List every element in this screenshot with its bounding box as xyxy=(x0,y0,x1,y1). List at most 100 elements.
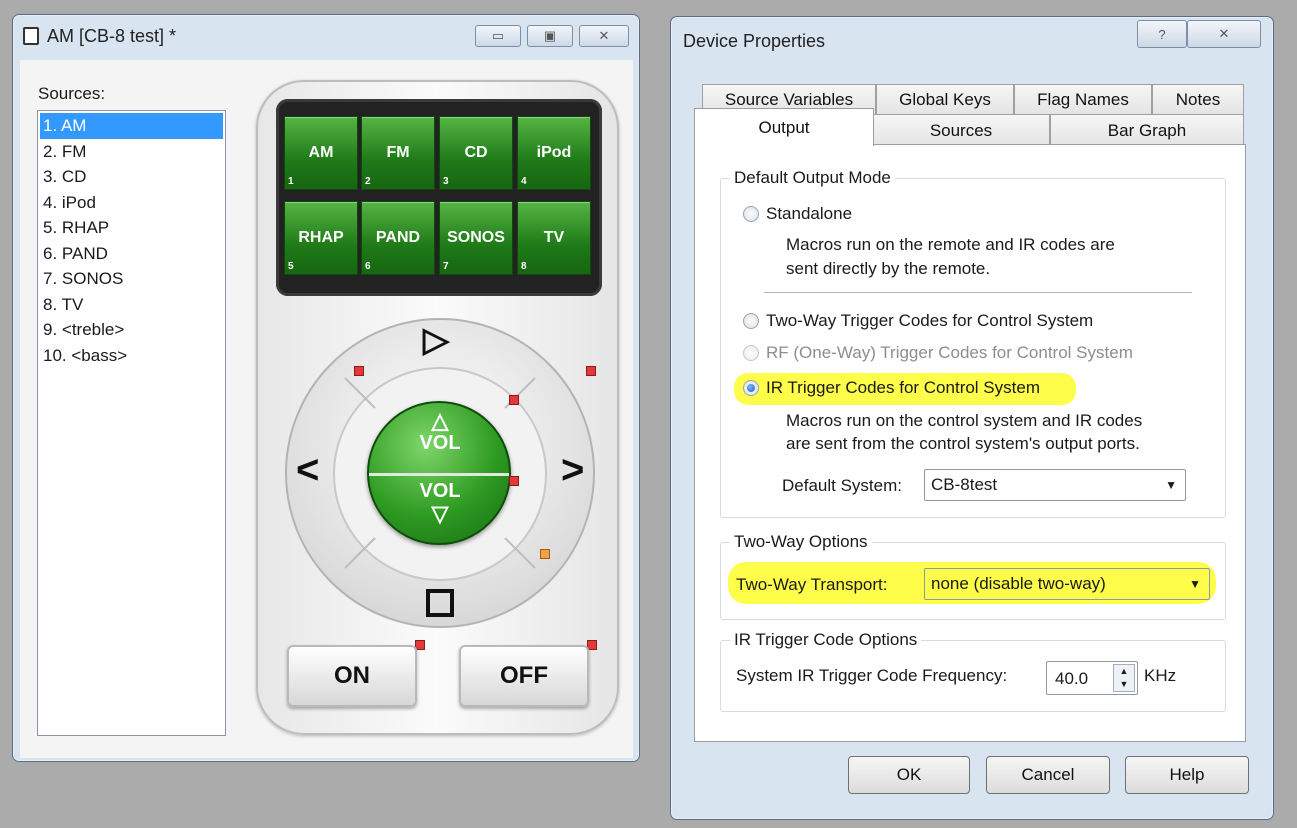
maximize-icon: ▣ xyxy=(543,28,557,43)
source-button-pand[interactable]: PAND 6 xyxy=(361,201,435,275)
ir-frequency-value: 40.0 xyxy=(1055,669,1089,688)
source-list-item[interactable]: 2. FM xyxy=(40,139,223,165)
vol-up-label: VOL xyxy=(419,432,461,454)
vol-up-button[interactable]: △ VOL xyxy=(395,410,485,470)
right-arrow-icon[interactable]: > xyxy=(561,448,584,493)
close-icon: ✕ xyxy=(598,28,610,43)
left-arrow-icon[interactable]: < xyxy=(296,448,319,493)
source-button-cd[interactable]: CD 3 xyxy=(439,116,513,190)
play-icon[interactable]: ▷ xyxy=(423,320,449,360)
tab-bar-graph[interactable]: Bar Graph xyxy=(1050,114,1244,146)
source-list-item[interactable]: 5. RHAP xyxy=(40,215,223,241)
tab-notes[interactable]: Notes xyxy=(1152,84,1244,114)
source-list-item[interactable]: 8. TV xyxy=(40,292,223,318)
source-button-label: TV xyxy=(543,229,565,246)
macro-indicator-icon xyxy=(354,366,364,376)
macro-indicator-icon xyxy=(586,366,596,376)
spin-up-icon[interactable]: ▲ xyxy=(1114,665,1134,678)
standalone-description: sent directly by the remote. xyxy=(786,259,991,278)
source-list-item[interactable]: 7. SONOS xyxy=(40,266,223,292)
macro-indicator-icon xyxy=(509,476,519,486)
two-way-trigger-radio[interactable] xyxy=(743,313,759,329)
two-way-transport-value: none (disable two-way) xyxy=(931,574,1106,593)
help-icon: ? xyxy=(1158,26,1166,42)
source-button-label: iPod xyxy=(536,144,572,161)
source-button-number: 8 xyxy=(521,261,527,272)
help-button[interactable]: Help xyxy=(1125,756,1249,794)
rf-trigger-radio xyxy=(743,345,759,361)
source-button-label: FM xyxy=(386,144,410,161)
help-title-button[interactable]: ? xyxy=(1137,20,1187,48)
rf-trigger-label: RF (One-Way) Trigger Codes for Control S… xyxy=(766,343,1133,362)
default-output-mode-label: Default Output Mode xyxy=(730,168,895,188)
ir-description: are sent from the control system's outpu… xyxy=(786,434,1140,453)
dropdown-arrow-icon: ▼ xyxy=(1189,577,1201,591)
minimize-icon: ▭ xyxy=(491,28,505,43)
maximize-button[interactable]: ▣ xyxy=(527,25,573,47)
source-button-label: SONOS xyxy=(447,229,505,246)
spinner-buttons[interactable]: ▲ ▼ xyxy=(1113,664,1135,692)
source-button-number: 4 xyxy=(521,176,527,187)
source-list-item[interactable]: 9. <treble> xyxy=(40,317,223,343)
ok-button[interactable]: OK xyxy=(848,756,970,794)
default-system-value: CB-8test xyxy=(931,475,998,494)
source-button-fm[interactable]: FM 2 xyxy=(361,116,435,190)
source-button-number: 3 xyxy=(443,176,449,187)
dialog-close-button[interactable]: ✕ xyxy=(1187,20,1261,48)
source-button-number: 1 xyxy=(288,176,294,187)
source-button-tv[interactable]: TV 8 xyxy=(517,201,591,275)
on-button[interactable]: ON xyxy=(287,645,417,707)
source-button-number: 5 xyxy=(288,261,294,272)
off-label: OFF xyxy=(500,662,548,689)
source-list-item[interactable]: 4. iPod xyxy=(40,190,223,216)
default-system-label: Default System: xyxy=(782,476,902,495)
standalone-radio[interactable] xyxy=(743,206,759,222)
tab-global-keys[interactable]: Global Keys xyxy=(876,84,1014,114)
dialog-title: Device Properties xyxy=(683,31,826,51)
source-list-item[interactable]: 1. AM xyxy=(40,113,223,139)
dropdown-arrow-icon: ▼ xyxy=(1165,478,1177,492)
source-button-ipod[interactable]: iPod 4 xyxy=(517,116,591,190)
window-title: AM [CB-8 test] * xyxy=(47,26,177,46)
stop-icon[interactable] xyxy=(426,589,454,617)
ir-frequency-label: System IR Trigger Code Frequency: xyxy=(736,666,1008,685)
macro-indicator-icon xyxy=(540,549,550,559)
source-button-label: CD xyxy=(464,144,488,161)
ir-trigger-options-label: IR Trigger Code Options xyxy=(730,630,922,650)
two-way-trigger-label: Two-Way Trigger Codes for Control System xyxy=(766,311,1094,330)
source-button-label: RHAP xyxy=(298,229,344,246)
source-list-item[interactable]: 6. PAND xyxy=(40,241,223,267)
source-button-number: 6 xyxy=(365,261,371,272)
minimize-button[interactable]: ▭ xyxy=(475,25,521,47)
source-list-item[interactable]: 3. CD xyxy=(40,164,223,190)
two-way-transport-label: Two-Way Transport: xyxy=(736,575,888,594)
off-button[interactable]: OFF xyxy=(459,645,589,707)
triangle-down-icon: ▽ xyxy=(431,501,449,526)
window-icon xyxy=(23,27,39,45)
source-button-am[interactable]: AM 1 xyxy=(284,116,358,190)
default-system-select[interactable]: CB-8test ▼ xyxy=(924,469,1186,501)
source-button-rhap[interactable]: RHAP 5 xyxy=(284,201,358,275)
ir-frequency-spinner[interactable]: 40.0 ▲ ▼ xyxy=(1046,661,1138,695)
two-way-transport-select[interactable]: none (disable two-way) ▼ xyxy=(924,568,1210,600)
cancel-button[interactable]: Cancel xyxy=(986,756,1110,794)
standalone-description: Macros run on the remote and IR codes ar… xyxy=(786,235,1115,254)
ir-description: Macros run on the control system and IR … xyxy=(786,411,1143,430)
tab-flag-names[interactable]: Flag Names xyxy=(1014,84,1152,114)
sources-label: Sources: xyxy=(38,84,106,103)
two-way-options-label: Two-Way Options xyxy=(730,532,872,552)
macro-indicator-icon xyxy=(509,395,519,405)
tab-sources[interactable]: Sources xyxy=(872,114,1050,146)
ir-trigger-radio[interactable] xyxy=(743,380,759,396)
spin-down-icon[interactable]: ▼ xyxy=(1114,678,1134,691)
vol-down-button[interactable]: VOL ▽ xyxy=(395,480,485,540)
standalone-label: Standalone xyxy=(766,204,853,223)
source-button-number: 7 xyxy=(443,261,449,272)
source-button-sonos[interactable]: SONOS 7 xyxy=(439,201,513,275)
triangle-up-icon: △ xyxy=(431,408,449,433)
sources-list[interactable]: 1. AM 2. FM 3. CD 4. iPod 5. RHAP 6. PAND 7. S… xyxy=(37,110,226,736)
source-list-item[interactable]: 10. <bass> xyxy=(40,343,223,369)
tab-output[interactable]: Output xyxy=(694,108,874,146)
separator xyxy=(764,292,1192,293)
close-button[interactable]: ✕ xyxy=(579,25,629,47)
